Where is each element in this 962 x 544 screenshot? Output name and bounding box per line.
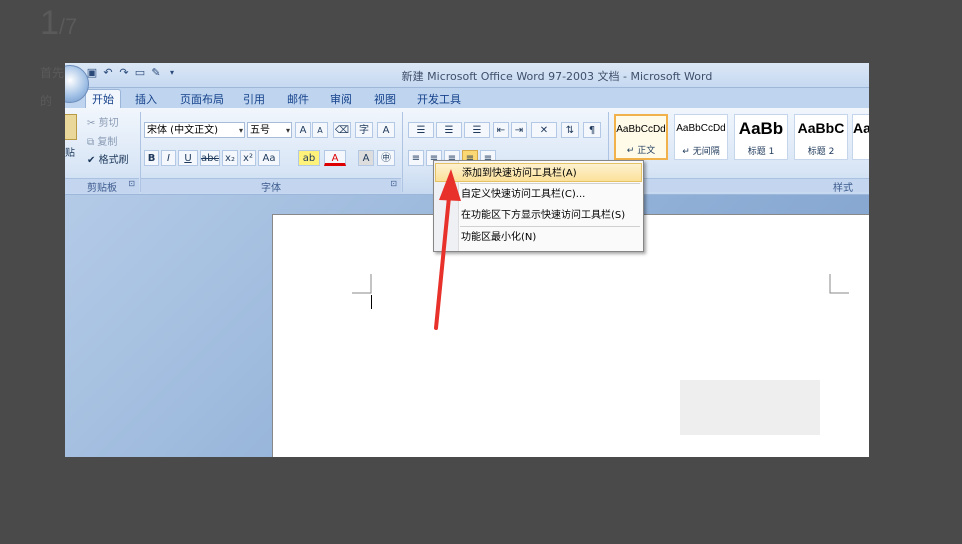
background-text-1: 首先: [40, 66, 65, 80]
image-viewer-counter: 1/7: [40, 4, 77, 43]
current-index: 1: [40, 4, 59, 42]
background-text-2: 的: [40, 94, 53, 108]
annotation-arrow-icon: [434, 169, 461, 330]
word-screenshot: ▣ ↶ ↷ ▭ ✎ ▾ 新建 Microsoft Office Word 97-…: [65, 63, 869, 457]
total-count: /7: [58, 14, 78, 39]
